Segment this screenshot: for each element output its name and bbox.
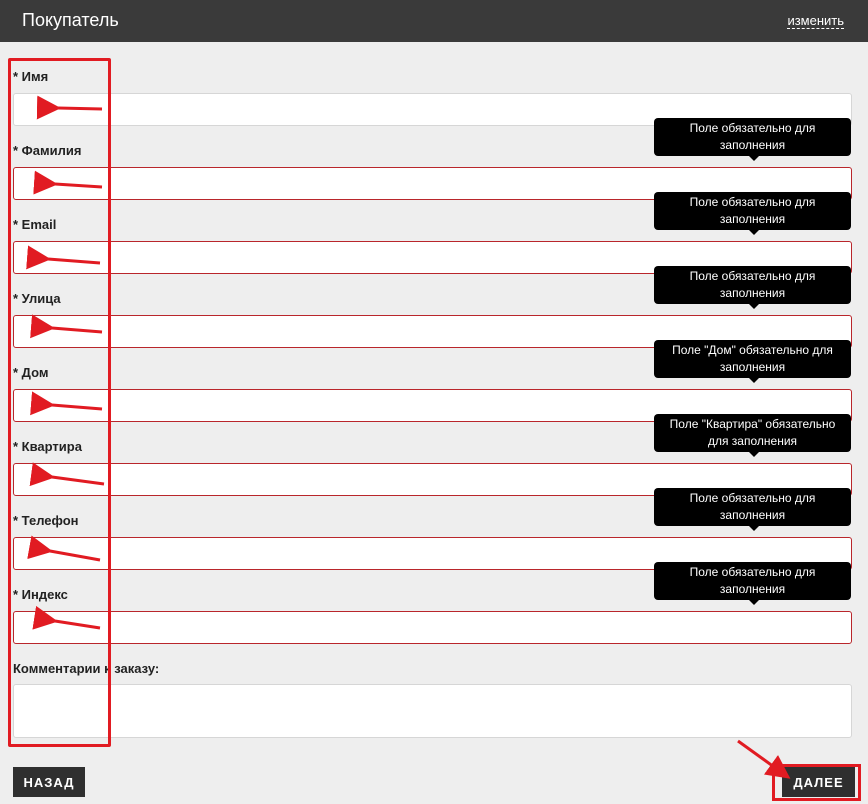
field-input[interactable] bbox=[13, 611, 852, 644]
error-tooltip: Поле обязательно для заполнения bbox=[654, 266, 851, 309]
field-label: * Квартира bbox=[13, 439, 82, 454]
field-label: * Фамилия bbox=[13, 143, 82, 158]
arrow-next-button bbox=[737, 739, 791, 779]
comment-label: Комментарии к заказу: bbox=[13, 661, 160, 676]
field-label: * Индекс bbox=[13, 587, 68, 602]
error-tooltip: Поле обязательно для заполнения bbox=[654, 192, 851, 235]
field-label: * Дом bbox=[13, 365, 49, 380]
error-tooltip: Поле "Квартира" обязательно для заполнен… bbox=[654, 414, 851, 457]
change-link[interactable]: изменить bbox=[787, 13, 844, 29]
field-label: * Имя bbox=[13, 69, 49, 84]
field-label: * Телефон bbox=[13, 513, 79, 528]
comment-textarea[interactable] bbox=[13, 684, 852, 738]
error-tooltip: Поле "Дом" обязательно для заполнения bbox=[654, 340, 851, 383]
error-tooltip: Поле обязательно для заполнения bbox=[654, 488, 851, 531]
section-header: Покупатель изменить bbox=[0, 0, 868, 42]
back-button[interactable]: НАЗАД bbox=[13, 767, 85, 797]
error-tooltip: Поле обязательно для заполнения bbox=[654, 562, 851, 605]
error-tooltip: Поле обязательно для заполнения bbox=[654, 118, 851, 161]
next-button[interactable]: ДАЛЕЕ bbox=[782, 767, 855, 797]
field-label: * Email bbox=[13, 217, 57, 232]
field-label: * Улица bbox=[13, 291, 61, 306]
section-title: Покупатель bbox=[22, 10, 119, 30]
